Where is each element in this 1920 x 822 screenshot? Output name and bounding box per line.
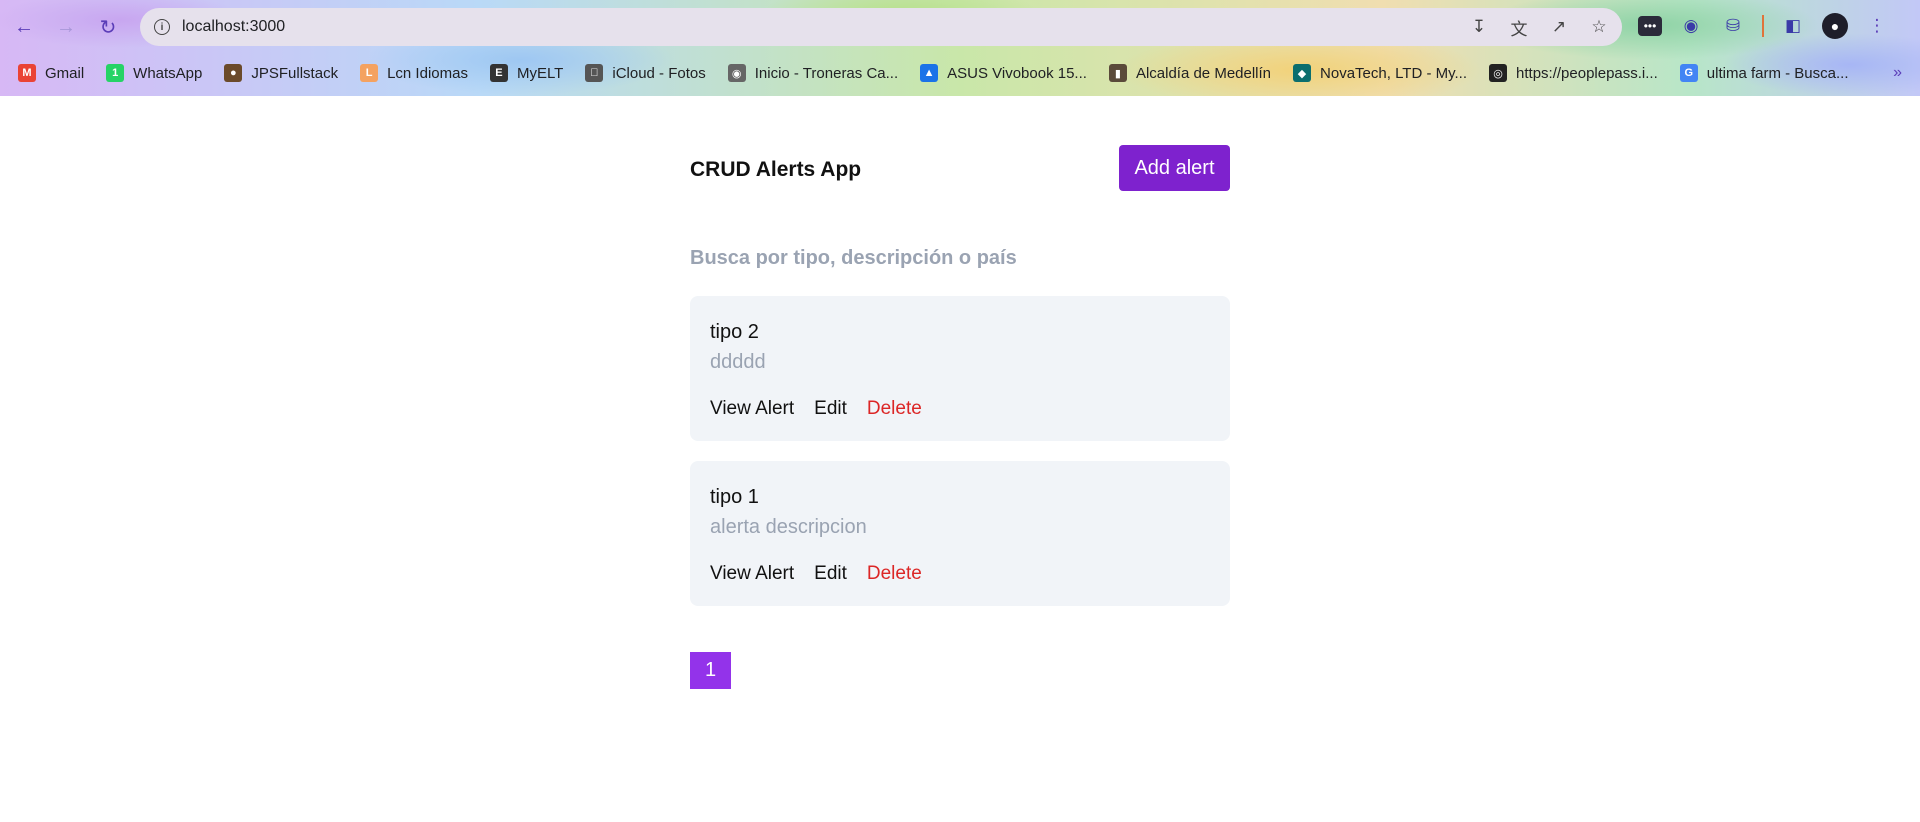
edit-alert-link[interactable]: Edit [814, 398, 847, 420]
browser-toolbar: ← → ↻ i localhost:3000 ↧ 文 ↗ ☆ ••• ◉ ⛁ ◧… [0, 0, 1920, 54]
more-bookmarks-icon[interactable]: » [1893, 64, 1902, 82]
bookmark-label: MyELT [516, 64, 564, 82]
delete-alert-link[interactable]: Delete [867, 398, 922, 420]
app-container: CRUD Alerts App Add alert tipo 2 ddddd V… [690, 96, 1230, 689]
alert-actions: View Alert Edit Delete [710, 398, 922, 420]
novatech-icon: ◆ [1293, 64, 1312, 82]
gmail-icon: M [18, 64, 36, 82]
bookmark-item[interactable]: M Gmail [18, 64, 84, 82]
bookmark-item[interactable]: ▮ Alcaldía de Medellín [1108, 64, 1272, 82]
translate-icon[interactable]: 文 [1508, 16, 1530, 39]
bookmark-label: Gmail [45, 64, 85, 82]
address-url[interactable]: localhost:3000 [182, 18, 285, 36]
person-icon: ● [224, 64, 243, 82]
toolbar-divider [1762, 15, 1764, 37]
bookmark-item[interactable]: ● JPSFullstack [224, 64, 338, 82]
bookmark-item[interactable]: ◎ https://peoplepass.i... [1489, 64, 1658, 82]
page-title: CRUD Alerts App [690, 158, 862, 181]
bookmark-item[interactable]: E MyELT [489, 64, 564, 82]
browser-menu-icon[interactable]: ⋮ [1864, 13, 1890, 39]
address-bar[interactable]: i localhost:3000 ↧ 文 ↗ ☆ [140, 8, 1622, 46]
bookmark-item[interactable]: L Lcn Idiomas [360, 64, 468, 82]
search-input[interactable] [690, 240, 1230, 276]
bookmark-label: NovaTech, LTD - My... [1320, 64, 1468, 82]
view-alert-link[interactable]: View Alert [710, 398, 794, 420]
bookmark-item[interactable]:  iCloud - Fotos [585, 64, 706, 82]
bookmark-label: ASUS Vivobook 15... [947, 64, 1087, 82]
bookmark-item[interactable]: Gultima farm - Busca... [1679, 64, 1849, 82]
screen-capture-icon[interactable]: ◉ [1678, 13, 1704, 39]
site-info-icon[interactable]: i [154, 19, 170, 35]
asus-icon: ▲ [920, 64, 939, 82]
page-button-1[interactable]: 1 [690, 652, 731, 689]
add-alert-button[interactable]: Add alert [1119, 145, 1230, 191]
delete-alert-link[interactable]: Delete [867, 563, 922, 585]
alert-title: tipo 2 [710, 321, 759, 343]
extension-dots-icon[interactable]: ••• [1638, 16, 1662, 36]
bookmark-item[interactable]: 1 WhatsApp [106, 64, 202, 82]
extensions-puzzle-icon[interactable]: ⛁ [1720, 13, 1746, 39]
bookmark-item[interactable]: ▲ ASUS Vivobook 15... [920, 64, 1087, 82]
whatsapp-icon: 1 [106, 64, 125, 82]
browser-chrome: ← → ↻ i localhost:3000 ↧ 文 ↗ ☆ ••• ◉ ⛁ ◧… [0, 0, 1920, 96]
bookmarks-bar: M Gmail 1 WhatsApp ● JPSFullstack L Lcn Idiomas… [0, 58, 1920, 88]
alcaldia-icon: ▮ [1108, 64, 1127, 82]
apple-icon:  [585, 64, 604, 82]
bookmark-label: https://peoplepass.i... [1516, 64, 1658, 82]
bookmark-item[interactable]: ◆ NovaTech, LTD - My... [1293, 64, 1467, 82]
peoplepass-icon: ◎ [1489, 64, 1508, 82]
side-panel-icon[interactable]: ◧ [1780, 13, 1806, 39]
bookmark-label: Lcn Idiomas [387, 64, 468, 82]
forward-arrow-icon[interactable]: → [52, 13, 80, 41]
profile-avatar-icon[interactable]: ● [1822, 13, 1848, 39]
globe-icon: ◉ [727, 64, 746, 82]
alert-card: tipo 2 ddddd View Alert Edit Delete [690, 296, 1230, 441]
share-icon[interactable]: ↗ [1548, 16, 1570, 38]
view-alert-link[interactable]: View Alert [710, 563, 794, 585]
bookmark-star-icon[interactable]: ☆ [1588, 16, 1610, 38]
extensions-area: ••• ◉ ⛁ ◧ ● ⋮ [1638, 13, 1890, 39]
alert-title: tipo 1 [710, 486, 759, 508]
myelt-icon: E [489, 64, 508, 82]
pagination: 1 [690, 652, 731, 689]
bookmark-item[interactable]: ◉ Inicio - Troneras Ca... [727, 64, 899, 82]
reload-icon[interactable]: ↻ [94, 13, 122, 41]
bookmark-label: iCloud - Fotos [612, 64, 706, 82]
install-app-icon[interactable]: ↧ [1468, 16, 1490, 38]
alert-description: alerta descripcion [710, 516, 867, 538]
alert-actions: View Alert Edit Delete [710, 563, 922, 585]
bookmark-label: WhatsApp [133, 64, 203, 82]
bookmark-label: Alcaldía de Medellín [1135, 64, 1272, 82]
bookmark-label: ultima farm - Busca... [1706, 64, 1849, 82]
alert-card: tipo 1 alerta descripcion View Alert Edi… [690, 461, 1230, 606]
bookmark-label: Inicio - Troneras Ca... [754, 64, 899, 82]
back-arrow-icon[interactable]: ← [10, 13, 38, 41]
lcn-icon: L [360, 64, 379, 82]
google-icon: G [1679, 64, 1698, 82]
edit-alert-link[interactable]: Edit [814, 563, 847, 585]
address-bar-actions: ↧ 文 ↗ ☆ [1468, 16, 1610, 39]
alert-description: ddddd [710, 351, 766, 373]
app-header: CRUD Alerts App Add alert [690, 96, 1230, 216]
bookmark-label: JPSFullstack [251, 64, 339, 82]
